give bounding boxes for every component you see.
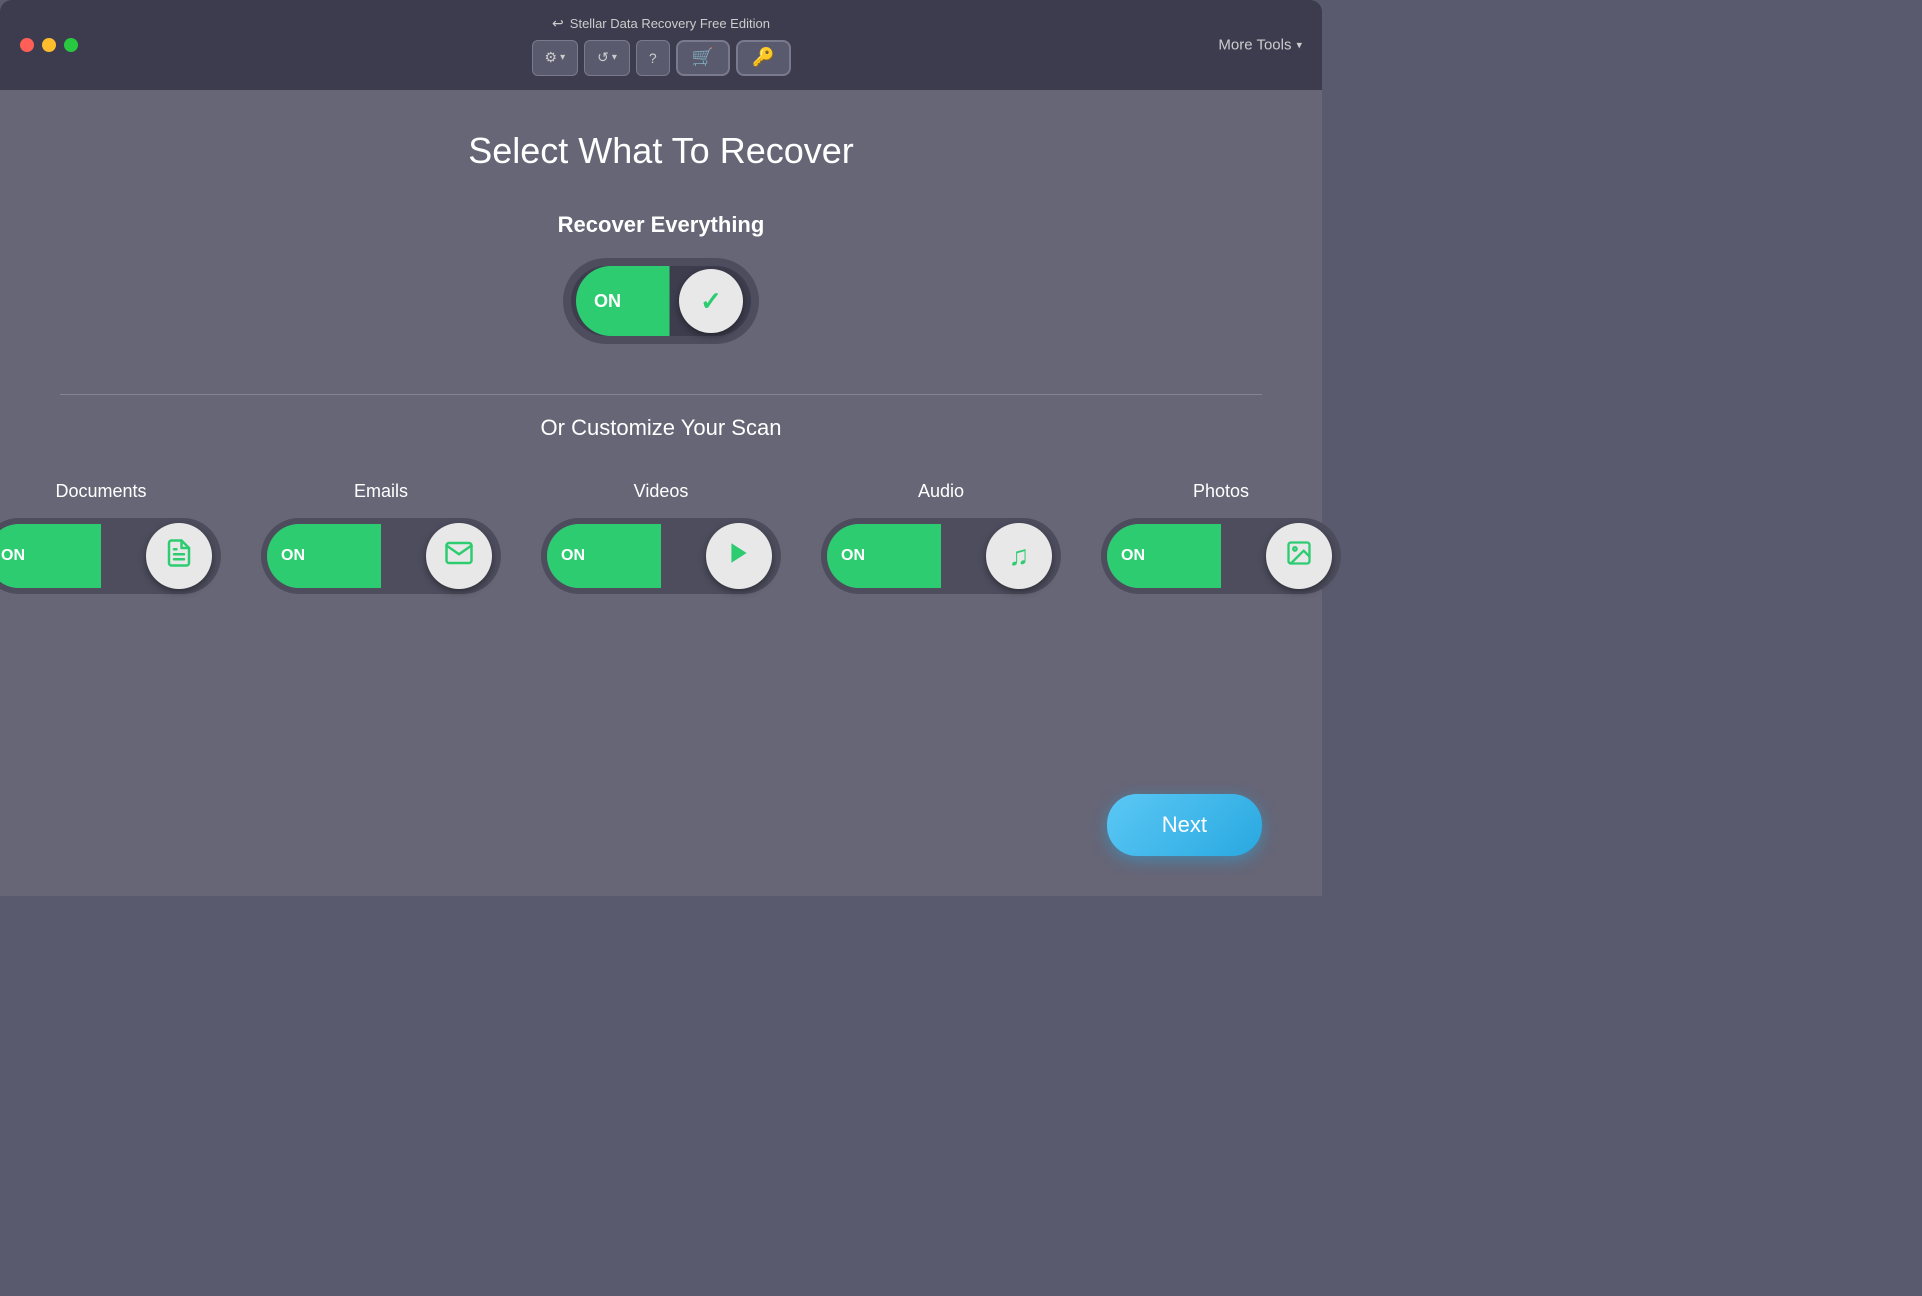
toolbar-buttons: ⚙ ▾ ↺ ▾ ? 🛒 🔑 xyxy=(532,40,791,76)
chevron-down-icon: ▾ xyxy=(560,52,565,63)
document-icon xyxy=(164,538,194,575)
documents-toggle-thumb xyxy=(146,523,212,589)
traffic-lights xyxy=(20,38,78,52)
next-button-container: Next xyxy=(1107,794,1262,856)
documents-toggle[interactable]: ON xyxy=(0,518,221,594)
more-tools-label: More Tools xyxy=(1218,37,1291,54)
category-row: Documents ON xyxy=(60,481,1262,594)
documents-label: Documents xyxy=(55,481,146,502)
help-icon: ? xyxy=(649,50,657,66)
photo-icon xyxy=(1285,539,1313,574)
key-button[interactable]: 🔑 xyxy=(736,40,790,76)
category-emails: Emails ON xyxy=(261,481,501,594)
title-center: ↩ Stellar Data Recovery Free Edition ⚙ ▾… xyxy=(532,15,791,76)
gear-icon: ⚙ xyxy=(545,49,558,66)
audio-toggle-track: ON ♫ xyxy=(827,524,1055,588)
app-title: ↩ Stellar Data Recovery Free Edition xyxy=(552,15,770,32)
emails-toggle-on-text: ON xyxy=(281,547,305,565)
next-button[interactable]: Next xyxy=(1107,794,1262,856)
category-audio: Audio ON ♫ xyxy=(821,481,1061,594)
customize-label: Or Customize Your Scan xyxy=(541,415,782,441)
more-tools-chevron-icon: ▾ xyxy=(1296,39,1302,52)
page-title: Select What To Recover xyxy=(468,130,854,172)
key-icon: 🔑 xyxy=(752,47,774,68)
audio-toggle-thumb: ♫ xyxy=(986,523,1052,589)
settings-button[interactable]: ⚙ ▾ xyxy=(532,40,579,76)
more-tools-button[interactable]: More Tools ▾ xyxy=(1218,37,1302,54)
history-icon: ↺ xyxy=(597,49,609,66)
big-toggle-thumb: ✓ xyxy=(679,269,743,333)
minimize-button[interactable] xyxy=(42,38,56,52)
emails-toggle-track: ON xyxy=(267,524,495,588)
cart-icon: 🛒 xyxy=(692,47,714,68)
main-content: Select What To Recover Recover Everythin… xyxy=(0,90,1322,896)
videos-toggle-track: ON xyxy=(547,524,775,588)
category-documents: Documents ON xyxy=(0,481,221,594)
big-toggle-on-text: ON xyxy=(594,291,621,312)
title-bar: ↩ Stellar Data Recovery Free Edition ⚙ ▾… xyxy=(0,0,1322,90)
audio-label: Audio xyxy=(918,481,964,502)
audio-icon: ♫ xyxy=(1009,540,1030,572)
category-photos: Photos ON xyxy=(1101,481,1341,594)
help-button[interactable]: ? xyxy=(636,40,670,76)
photos-toggle-thumb xyxy=(1266,523,1332,589)
audio-toggle[interactable]: ON ♫ xyxy=(821,518,1061,594)
recover-everything-toggle[interactable]: ON ✓ xyxy=(571,266,751,336)
email-icon xyxy=(444,538,474,575)
app-title-text: Stellar Data Recovery Free Edition xyxy=(570,16,770,31)
video-icon xyxy=(726,540,752,573)
recover-section: Recover Everything ON ✓ xyxy=(558,212,765,344)
documents-toggle-track: ON xyxy=(0,524,215,588)
chevron-down-icon-2: ▾ xyxy=(612,52,617,63)
photos-label: Photos xyxy=(1193,481,1249,502)
videos-label: Videos xyxy=(634,481,689,502)
cart-button[interactable]: 🛒 xyxy=(676,40,730,76)
emails-label: Emails xyxy=(354,481,408,502)
emails-toggle[interactable]: ON xyxy=(261,518,501,594)
category-videos: Videos ON xyxy=(541,481,781,594)
divider xyxy=(60,394,1262,395)
undo-icon: ↩ xyxy=(552,15,564,32)
photos-toggle-track: ON xyxy=(1107,524,1335,588)
recover-everything-toggle-container: ON ✓ xyxy=(563,258,759,344)
videos-toggle[interactable]: ON xyxy=(541,518,781,594)
recover-everything-label: Recover Everything xyxy=(558,212,765,238)
audio-toggle-on-text: ON xyxy=(841,547,865,565)
photos-toggle[interactable]: ON xyxy=(1101,518,1341,594)
maximize-button[interactable] xyxy=(64,38,78,52)
big-toggle-track: ON ✓ xyxy=(576,266,746,336)
emails-toggle-thumb xyxy=(426,523,492,589)
close-button[interactable] xyxy=(20,38,34,52)
videos-toggle-on-text: ON xyxy=(561,547,585,565)
history-button[interactable]: ↺ ▾ xyxy=(584,40,630,76)
videos-toggle-thumb xyxy=(706,523,772,589)
photos-toggle-on-text: ON xyxy=(1121,547,1145,565)
checkmark-icon: ✓ xyxy=(700,286,722,317)
documents-toggle-on-text: ON xyxy=(1,547,25,565)
